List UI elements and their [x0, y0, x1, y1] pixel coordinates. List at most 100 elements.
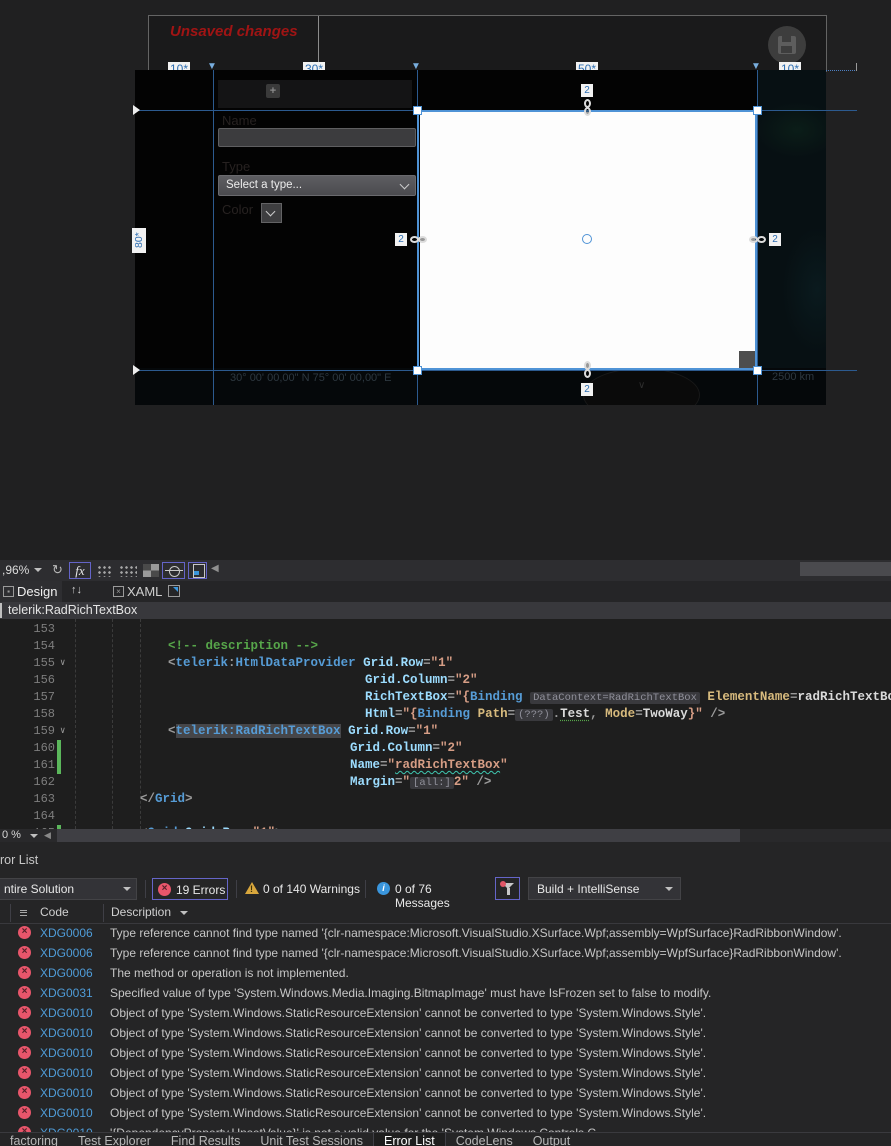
tool-window-tab-output[interactable]: Output [523, 1133, 581, 1146]
tool-window-tabs: factoring Test Explorer Find Results Unit T… [0, 1132, 891, 1146]
snap-grid-button[interactable] [162, 562, 185, 579]
row-size-badge[interactable]: 80* [132, 228, 146, 253]
severity-column-icon[interactable] [20, 908, 27, 917]
row-marker-icon[interactable] [133, 105, 140, 115]
margin-badge-left[interactable]: 2 [395, 233, 407, 246]
designer-zoom-value[interactable]: ,96% [2, 563, 29, 580]
error-row[interactable]: × XDG0010 Object of type 'System.Windows.S… [0, 1043, 891, 1063]
code-line[interactable]: 158 Html="{Binding Path= (???) .Test, Mode=… [0, 706, 891, 723]
swap-panes-icon[interactable]: ↑↓ [71, 584, 82, 596]
document-outline-breadcrumb[interactable]: telerik:RadRichTextBox [0, 602, 891, 619]
info-icon: i [377, 882, 390, 895]
selection-handle[interactable] [753, 106, 762, 115]
code-column-header[interactable]: Code [40, 905, 69, 919]
type-combobox[interactable]: Select a type... [218, 175, 416, 196]
effects-fx-button[interactable]: fx [69, 562, 91, 579]
filter-button[interactable] [495, 877, 520, 900]
tool-window-tab-find-results[interactable]: Find Results [161, 1133, 250, 1146]
error-row[interactable]: × XDG0006 Type reference cannot find type … [0, 923, 891, 943]
selection-handle[interactable] [413, 366, 422, 375]
xaml-code-editor[interactable]: 153 154 <!-- description --> 155 ∨ <telerik:H… [0, 619, 891, 829]
margin-badge-top[interactable]: 2 [581, 84, 593, 97]
tab-xaml[interactable]: XAML [127, 584, 162, 599]
center-anchor-icon[interactable] [582, 234, 592, 244]
grid-settings-icon[interactable] [118, 564, 137, 577]
popout-icon[interactable] [168, 585, 180, 597]
errors-filter-button[interactable]: × 19 Errors [152, 878, 228, 900]
code-line[interactable]: 160 Grid.Column="2" [0, 740, 891, 757]
error-code-link[interactable]: XDG0010 [40, 1086, 93, 1100]
error-row[interactable]: × XDG0010 Object of type 'System.Windows.S… [0, 1003, 891, 1023]
warnings-filter-button[interactable]: 0 of 140 Warnings [245, 878, 360, 900]
scope-dropdown[interactable]: ntire Solution [0, 878, 137, 900]
add-file-icon[interactable]: + [266, 84, 280, 98]
error-code-link[interactable]: XDG0010 [40, 1066, 93, 1080]
tool-window-tab-codelens[interactable]: CodeLens [446, 1133, 523, 1146]
selection-handle[interactable] [753, 366, 762, 375]
grid-dots-icon[interactable] [96, 564, 111, 577]
build-intellisense-dropdown[interactable]: Build + IntelliSense [528, 877, 681, 900]
editor-horizontal-scrollbar[interactable] [57, 829, 740, 842]
code-line[interactable]: 164 [0, 808, 891, 825]
line-number: 157 [33, 690, 55, 704]
anchor-chain-icon[interactable] [410, 235, 428, 245]
error-code-link[interactable]: XDG0010 [40, 1006, 93, 1020]
error-row[interactable]: × XDG0031 Specified value of type 'System.… [0, 983, 891, 1003]
error-icon: × [18, 966, 31, 979]
code-line[interactable]: 153 [0, 621, 891, 638]
code-line[interactable]: 161 Name="radRichTextBox" [0, 757, 891, 774]
tool-window-tab-error-list[interactable]: Error List [373, 1133, 446, 1146]
code-line[interactable]: 157 RichTextBox="{Binding DataContext=Rad… [0, 689, 891, 706]
color-dropdown[interactable] [261, 203, 282, 223]
error-code-link[interactable]: XDG0006 [40, 926, 93, 940]
code-line[interactable]: 159 ∨ <telerik:RadRichTextBox Grid.Row="1" [0, 723, 891, 740]
error-row[interactable]: × XDG0010 Object of type 'System.Windows.S… [0, 1063, 891, 1083]
error-code-link[interactable]: XDG0010 [40, 1026, 93, 1040]
refresh-icon[interactable]: ↻ [52, 562, 63, 579]
anchor-chain-icon[interactable] [583, 361, 593, 379]
zoom-dropdown-icon[interactable] [34, 568, 42, 572]
selection-handle[interactable] [413, 106, 422, 115]
checkerboard-icon[interactable] [143, 564, 159, 577]
tool-window-tab-factoring[interactable]: factoring [0, 1133, 68, 1146]
error-icon: × [18, 1086, 31, 1099]
scroll-left-icon[interactable]: ◀ [44, 830, 51, 841]
margin-badge-bottom[interactable]: 2 [581, 383, 593, 396]
error-code-link[interactable]: XDG0010 [40, 1106, 93, 1120]
code-line[interactable]: 162 Margin=" [all:] 2" /> [0, 774, 891, 791]
collapse-left-icon[interactable]: ◀ [211, 563, 219, 580]
error-code-link[interactable]: XDG0006 [40, 946, 93, 960]
document-outline-button[interactable] [188, 562, 207, 579]
editor-zoom-value[interactable]: 0 % [2, 829, 21, 841]
description-column-header[interactable]: Description [111, 905, 171, 919]
code-line[interactable]: 163 </Grid> [0, 791, 891, 808]
tab-design[interactable]: Design [17, 584, 57, 599]
messages-filter-button[interactable]: i 0 of 76 Messages [377, 878, 487, 910]
error-code-link[interactable]: XDG0010 [40, 1046, 93, 1060]
editor-zoom-dropdown-icon[interactable] [30, 834, 38, 838]
error-row[interactable]: × XDG0010 Object of type 'System.Windows.S… [0, 1103, 891, 1123]
code-line[interactable]: 156 Grid.Column="2" [0, 672, 891, 689]
error-row[interactable]: × XDG0010 Object of type 'System.Windows.S… [0, 1083, 891, 1103]
tool-window-tab-unit-test-sessions[interactable]: Unit Test Sessions [250, 1133, 373, 1146]
error-code-link[interactable]: XDG0031 [40, 986, 93, 1000]
line-number: 159 [33, 724, 55, 738]
tool-window-tab-test-explorer[interactable]: Test Explorer [68, 1133, 161, 1146]
type-combobox-value: Select a type... [226, 179, 303, 191]
anchor-chain-icon[interactable] [749, 235, 767, 245]
fold-chevron-icon[interactable]: ∨ [60, 655, 65, 672]
row-marker-icon[interactable] [133, 365, 140, 375]
error-row[interactable]: ×XDG0010'{DependencyProperty.UnsetValue}… [0, 1123, 891, 1132]
error-row[interactable]: × XDG0006 Type reference cannot find type … [0, 943, 891, 963]
error-code-link[interactable]: XDG0006 [40, 966, 93, 980]
error-row[interactable]: × XDG0006 The method or operation is not i… [0, 963, 891, 983]
designer-horizontal-scrollbar[interactable] [800, 562, 891, 576]
code-line[interactable]: 155 ∨ <telerik:HtmlDataProvider Grid.Row="… [0, 655, 891, 672]
xaml-designer-surface[interactable]: Unsaved changes 10* 30* 50* 10* ▼ ▼ ▼ + … [0, 0, 891, 560]
code-line[interactable]: 154 <!-- description --> [0, 638, 891, 655]
error-row[interactable]: × XDG0010 Object of type 'System.Windows.S… [0, 1023, 891, 1043]
anchor-chain-icon[interactable] [583, 99, 593, 117]
name-input[interactable] [218, 128, 416, 147]
margin-badge-right[interactable]: 2 [769, 233, 781, 246]
fold-chevron-icon[interactable]: ∨ [60, 723, 65, 740]
